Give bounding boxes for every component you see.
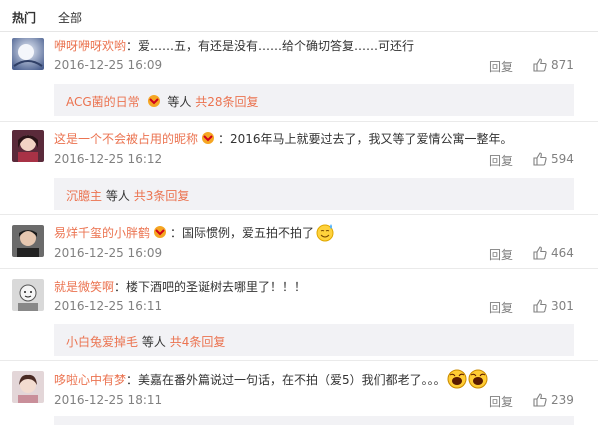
- reply-middle-text: 等人: [167, 95, 192, 109]
- sweat-smile-emoji-icon: [316, 224, 334, 242]
- reply-button[interactable]: 回复: [489, 246, 513, 263]
- avatar[interactable]: [12, 225, 44, 257]
- username-link[interactable]: 易烊千玺的小胖鹤: [54, 226, 150, 240]
- comment-content: 这是一个不会被占用的昵称 ：2016年马上就要过去了，我又等了爱情公寓一整年。: [54, 130, 513, 147]
- crying-laughing-emoji-icon: [468, 369, 488, 389]
- like-count: 594: [551, 152, 574, 166]
- reply-preview: 沉臆主 等人 共3条回复: [54, 178, 574, 210]
- reply-button[interactable]: 回复: [489, 393, 513, 410]
- username-link[interactable]: 咿呀咿呀欢哟: [54, 39, 126, 53]
- comment-divider: [0, 360, 598, 361]
- comment-time: 2016-12-25 16:11: [54, 299, 163, 313]
- reply-user-link[interactable]: 小白兔爱掉毛: [66, 335, 138, 349]
- reply-user-link[interactable]: 沉臆主: [66, 189, 102, 203]
- vip-badge-icon: [147, 95, 160, 107]
- reply-count-link[interactable]: 共28条回复: [195, 95, 258, 109]
- tab-hot[interactable]: 热门: [12, 9, 36, 26]
- reply-middle-text: 等人: [105, 189, 130, 203]
- reply-count-link[interactable]: 共3条回复: [134, 189, 190, 203]
- comment-text: ：爱……五，有还是没有……给个确切答复……可还行: [126, 39, 415, 53]
- like-button[interactable]: 594: [533, 152, 574, 166]
- comment-content: 咿呀咿呀欢哟：爱……五，有还是没有……给个确切答复……可还行: [54, 37, 414, 54]
- comment-content: 就是微笑啊：楼下酒吧的圣诞树去哪里了！！！: [54, 278, 306, 295]
- comment-content: 易烊千玺的小胖鹤 ：国际惯例，爱五拍不拍了: [54, 222, 335, 242]
- like-count: 301: [551, 299, 574, 313]
- comment-content: 哆啦心中有梦：美嘉在番外篇说过一句话，在不拍（爱5）我们都老了。。。: [54, 369, 488, 389]
- thumbs-up-icon: [533, 152, 547, 166]
- like-button[interactable]: 239: [533, 393, 574, 407]
- reply-preview: ACG菌的日常 等人 共28条回复: [54, 84, 574, 116]
- comment-text: ：2016年马上就要过去了，我又等了爱情公寓一整年。: [218, 132, 513, 146]
- avatar[interactable]: [12, 279, 44, 311]
- comment-time: 2016-12-25 16:09: [54, 246, 163, 260]
- reply-preview: 小白兔爱掉毛 等人 共4条回复: [54, 324, 574, 356]
- avatar[interactable]: [12, 130, 44, 162]
- thumbs-up-icon: [533, 299, 547, 313]
- comment-divider: [0, 121, 598, 122]
- comment-divider: [0, 214, 598, 215]
- avatar[interactable]: [12, 38, 44, 70]
- avatar[interactable]: [12, 371, 44, 403]
- like-button[interactable]: 301: [533, 299, 574, 313]
- like-button[interactable]: 871: [533, 58, 574, 72]
- like-count: 239: [551, 393, 574, 407]
- thumbs-up-icon: [533, 246, 547, 260]
- reply-user-link[interactable]: ACG菌的日常: [66, 95, 140, 109]
- comment-text: ：楼下酒吧的圣诞树去哪里了！！！: [114, 280, 307, 294]
- comment-time: 2016-12-25 18:11: [54, 393, 163, 407]
- tab-all[interactable]: 全部: [58, 9, 82, 26]
- comment-tabs: 热门 全部: [0, 0, 598, 32]
- comment-time: 2016-12-25 16:12: [54, 152, 163, 166]
- comment-text: ：国际惯例，爱五拍不拍了: [170, 226, 315, 240]
- reply-middle-text: 等人: [141, 335, 166, 349]
- thumbs-up-icon: [533, 58, 547, 72]
- username-link[interactable]: 这是一个不会被占用的昵称: [54, 132, 198, 146]
- crying-laughing-emoji-icon: [447, 369, 467, 389]
- reply-preview: [54, 416, 574, 425]
- vip-badge-icon: [154, 226, 167, 238]
- like-count: 464: [551, 246, 574, 260]
- comment-divider: [0, 268, 598, 269]
- comment-text: ：美嘉在番外篇说过一句话，在不拍（爱5）我们都老了。。。: [126, 373, 446, 387]
- reply-count-link[interactable]: 共4条回复: [170, 335, 226, 349]
- username-link[interactable]: 哆啦心中有梦: [54, 373, 126, 387]
- username-link[interactable]: 就是微笑啊: [54, 280, 114, 294]
- thumbs-up-icon: [533, 393, 547, 407]
- comment-time: 2016-12-25 16:09: [54, 58, 163, 72]
- reply-button[interactable]: 回复: [489, 58, 513, 75]
- like-button[interactable]: 464: [533, 246, 574, 260]
- vip-badge-icon: [202, 132, 215, 144]
- reply-button[interactable]: 回复: [489, 152, 513, 169]
- reply-button[interactable]: 回复: [489, 299, 513, 316]
- like-count: 871: [551, 58, 574, 72]
- tab-divider: [0, 31, 598, 32]
